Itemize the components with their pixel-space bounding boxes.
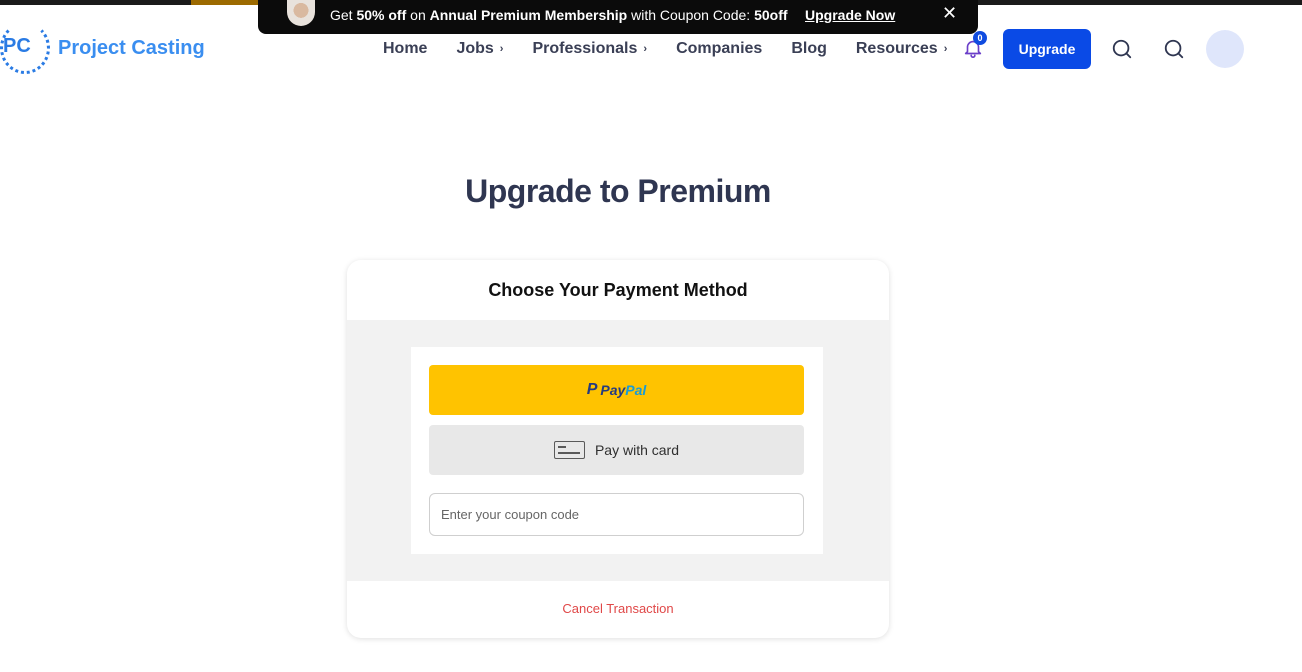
logo-mark: PC bbox=[3, 35, 31, 57]
notifications-button[interactable]: 0 bbox=[962, 31, 987, 59]
notification-count-badge: 0 bbox=[973, 31, 987, 45]
upgrade-button[interactable]: Upgrade bbox=[1003, 29, 1091, 69]
paypal-wordmark-pay: Pay bbox=[600, 382, 626, 398]
nav-label: Home bbox=[383, 40, 428, 57]
promo-suffix: with Coupon Code: bbox=[631, 7, 751, 23]
paypal-wordmark-pal: Pal bbox=[625, 382, 647, 398]
nav-item-blog[interactable]: Blog bbox=[791, 40, 827, 58]
search-button-secondary[interactable] bbox=[1163, 38, 1185, 60]
nav-item-home[interactable]: Home bbox=[383, 40, 427, 58]
logo-text: Project Casting bbox=[58, 36, 205, 59]
promo-product: Annual Premium Membership bbox=[429, 7, 628, 23]
cancel-transaction-link[interactable]: Cancel Transaction bbox=[347, 601, 889, 616]
chevron-right-icon: › bbox=[499, 43, 504, 55]
nav-item-resources[interactable]: Resources › bbox=[856, 40, 948, 58]
nav-label: Companies bbox=[676, 40, 763, 57]
payment-card-heading: Choose Your Payment Method bbox=[488, 279, 748, 300]
card-icon bbox=[553, 441, 585, 459]
payment-card: Choose Your Payment Method P Pay Pal Pay … bbox=[347, 260, 889, 638]
page-title: Upgrade to Premium bbox=[465, 173, 771, 209]
chevron-right-icon: › bbox=[643, 43, 648, 55]
site-logo[interactable]: PC Project Casting bbox=[0, 20, 205, 76]
nav-label: Blog bbox=[791, 40, 827, 57]
nav-label: Resources bbox=[855, 40, 938, 57]
promo-avatar bbox=[287, 0, 315, 26]
nav-item-companies[interactable]: Companies bbox=[676, 40, 762, 58]
paypal-button[interactable]: P Pay Pal bbox=[429, 365, 804, 415]
upgrade-now-link[interactable]: Upgrade Now bbox=[805, 7, 895, 23]
search-icon bbox=[1112, 39, 1132, 59]
close-icon[interactable]: ✕ bbox=[942, 3, 957, 24]
coupon-code-input[interactable] bbox=[429, 493, 804, 536]
promo-middle: on bbox=[410, 7, 426, 23]
nav-label: Professionals bbox=[532, 40, 638, 57]
promo-code: 50off bbox=[754, 7, 788, 23]
progress-segment bbox=[191, 0, 258, 5]
payment-options: P Pay Pal Pay with card bbox=[411, 347, 823, 554]
promo-highlight: 50% off bbox=[356, 7, 407, 23]
promo-message: Get 50% off on Annual Premium Membership… bbox=[330, 7, 788, 23]
pay-with-card-label: Pay with card bbox=[594, 442, 680, 458]
user-avatar[interactable] bbox=[1206, 30, 1244, 68]
nav-item-jobs[interactable]: Jobs › bbox=[456, 40, 503, 58]
nav-label: Jobs bbox=[456, 40, 494, 57]
paypal-icon: P bbox=[586, 381, 598, 398]
pay-with-card-button[interactable]: Pay with card bbox=[429, 425, 804, 475]
payment-card-body: P Pay Pal Pay with card bbox=[347, 320, 889, 581]
promo-prefix: Get bbox=[330, 7, 353, 23]
main-nav: Home Jobs › Professionals › Companies Blog… bbox=[383, 38, 976, 60]
logo-badge: PC bbox=[0, 20, 50, 76]
promo-banner: Get 50% off on Annual Premium Membership… bbox=[258, 0, 978, 34]
search-icon bbox=[1164, 39, 1184, 59]
nav-item-professionals[interactable]: Professionals › bbox=[532, 40, 647, 58]
chevron-right-icon: › bbox=[943, 43, 948, 55]
search-button[interactable] bbox=[1111, 38, 1133, 60]
